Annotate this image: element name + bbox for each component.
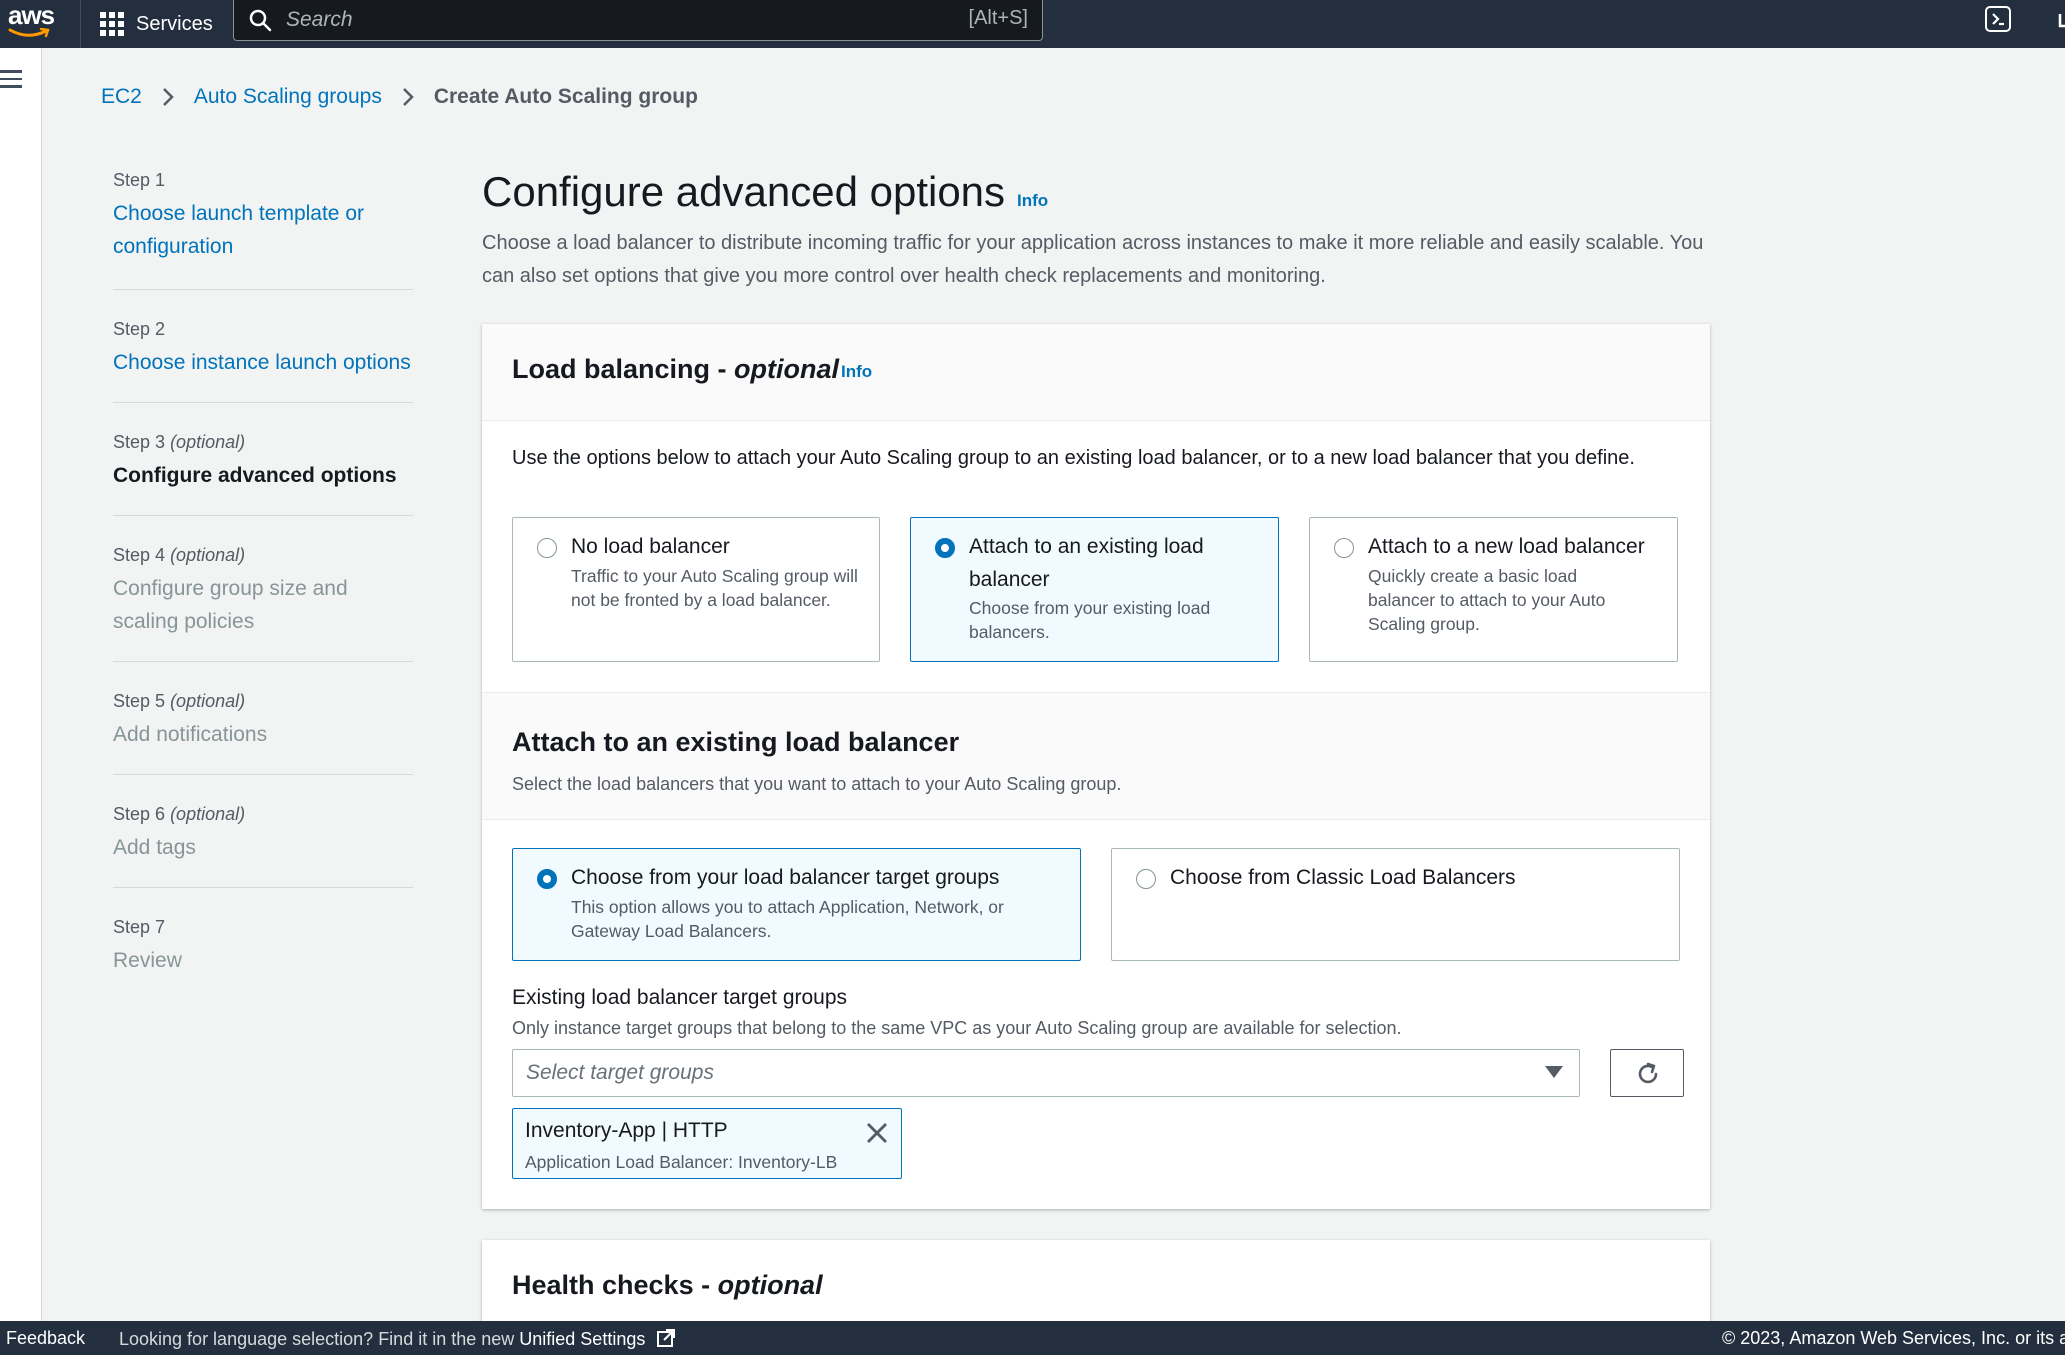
target-groups-select[interactable]: Select target groups	[512, 1049, 1580, 1097]
step-number: Step 5	[113, 691, 166, 711]
option-description: Quickly create a basic load balancer to …	[1368, 566, 1606, 634]
external-link-icon[interactable]	[656, 1328, 676, 1348]
nav-divider	[80, 0, 81, 48]
load-balancing-title: Load balancing - optional	[512, 354, 839, 384]
option-description: Choose from your existing load balancers…	[969, 598, 1211, 642]
load-balancing-intro: Use the options below to attach your Aut…	[512, 447, 1635, 469]
attach-existing-title: Attach to an existing load balancer	[512, 727, 960, 757]
radio-icon[interactable]	[537, 538, 557, 558]
step-1: Step 1 Choose launch template or configu…	[113, 170, 413, 290]
copyright: © 2023, Amazon Web Services, Inc. or its…	[1722, 1328, 2065, 1348]
step-3: Step 3 (optional) Configure advanced opt…	[113, 403, 413, 516]
option-title: Choose from Classic Load Balancers	[1170, 866, 1516, 889]
health-checks-title: Health checks - optional	[512, 1270, 823, 1300]
option-classic-load-balancers[interactable]: Choose from Classic Load Balancers	[1111, 848, 1680, 961]
hamburger-icon[interactable]	[0, 70, 22, 88]
step-number: Step 2	[113, 319, 166, 339]
option-title: No load balancer	[571, 535, 730, 558]
page-description: Choose a load balancer to distribute inc…	[482, 232, 1704, 287]
aws-smile-icon	[8, 28, 50, 38]
wizard-steps: Step 1 Choose launch template or configu…	[113, 170, 413, 988]
radio-icon[interactable]	[935, 538, 955, 558]
top-navigation: aws Services [Alt+S]	[0, 0, 2065, 48]
option-description: This option allows you to attach Applica…	[571, 897, 1004, 941]
chevron-right-icon	[402, 87, 414, 107]
page-info-link[interactable]: Info	[1017, 191, 1048, 211]
load-balancing-info-link[interactable]: Info	[841, 362, 872, 382]
step-7-title: Review	[113, 949, 182, 972]
step-optional-tag: (optional)	[170, 691, 246, 711]
language-notice: Looking for language selection? Find it …	[119, 1328, 676, 1350]
breadcrumb-ec2[interactable]: EC2	[101, 85, 142, 109]
option-no-load-balancer[interactable]: No load balancer Traffic to your Auto Sc…	[512, 517, 880, 662]
breadcrumb-current: Create Auto Scaling group	[433, 85, 698, 108]
unified-settings-link[interactable]: Unified Settings	[519, 1329, 645, 1349]
side-navigation-rail	[0, 48, 42, 1321]
step-number: Step 4	[113, 545, 166, 565]
token-title: Inventory-App | HTTP	[525, 1119, 728, 1142]
attach-existing-header: Attach to an existing load balancer Sele…	[482, 692, 1710, 820]
cloudshell-button[interactable]	[1985, 6, 2011, 32]
search-box[interactable]: [Alt+S]	[233, 0, 1043, 41]
breadcrumb-auto-scaling-groups[interactable]: Auto Scaling groups	[194, 85, 382, 109]
chevron-right-icon	[162, 87, 174, 107]
option-title: Choose from your load balancer target gr…	[571, 866, 1000, 889]
search-input[interactable]	[286, 6, 886, 34]
aws-logo-text: aws	[8, 0, 55, 30]
radio-icon[interactable]	[1334, 538, 1354, 558]
option-target-groups[interactable]: Choose from your load balancer target gr…	[512, 848, 1081, 961]
target-groups-description: Only instance target groups that belong …	[512, 1018, 1402, 1038]
step-3-current: Configure advanced options	[113, 464, 397, 487]
option-attach-existing-load-balancer[interactable]: Attach to an existing load balancer Choo…	[910, 517, 1279, 662]
selected-target-group-token: Inventory-App | HTTP Application Load Ba…	[512, 1108, 902, 1179]
step-2: Step 2 Choose instance launch options	[113, 290, 413, 403]
breadcrumb: EC2 Auto Scaling groups Create Auto Scal…	[101, 80, 698, 114]
caret-down-icon	[1545, 1066, 1563, 1078]
grid-icon	[100, 12, 124, 36]
step-4: Step 4 (optional) Configure group size a…	[113, 516, 413, 662]
step-number: Step 1	[113, 170, 166, 190]
option-attach-new-load-balancer[interactable]: Attach to a new load balancer Quickly cr…	[1309, 517, 1678, 662]
radio-icon[interactable]	[537, 869, 557, 889]
search-shortcut-hint: [Alt+S]	[968, 7, 1028, 29]
refresh-button[interactable]	[1610, 1049, 1684, 1097]
close-icon[interactable]	[865, 1121, 889, 1145]
aws-logo[interactable]: aws	[6, 0, 58, 44]
option-description: Traffic to your Auto Scaling group will …	[571, 566, 858, 610]
option-title: Attach to an existing load balancer	[969, 535, 1204, 591]
attach-existing-description: Select the load balancers that you want …	[512, 774, 1122, 794]
option-title: Attach to a new load balancer	[1368, 535, 1645, 558]
step-optional-tag: (optional)	[170, 432, 246, 452]
step-optional-tag: (optional)	[170, 804, 246, 824]
cloudshell-icon	[1992, 13, 2004, 26]
token-subtitle: Application Load Balancer: Inventory-LB	[525, 1152, 838, 1172]
step-7: Step 7 Review	[113, 888, 413, 988]
services-label: Services	[136, 12, 213, 35]
refresh-icon	[1638, 1062, 1658, 1084]
page-title: Configure advanced options	[482, 168, 1006, 215]
step-2-link[interactable]: Choose instance launch options	[113, 346, 413, 379]
step-number: Step 3	[113, 432, 166, 452]
load-balancing-header: Load balancing - optional Info	[482, 324, 1710, 421]
search-icon	[249, 9, 272, 32]
step-5-title: Add notifications	[113, 723, 268, 746]
notifications-icon[interactable]	[2052, 10, 2065, 30]
step-number: Step 7	[113, 917, 166, 937]
step-4-title: Configure group size and scaling policie…	[113, 577, 348, 633]
feedback-link[interactable]: Feedback	[6, 1328, 85, 1349]
step-6: Step 6 (optional) Add tags	[113, 775, 413, 888]
step-6-title: Add tags	[113, 836, 196, 859]
step-5: Step 5 (optional) Add notifications	[113, 662, 413, 775]
step-number: Step 6	[113, 804, 166, 824]
load-balancing-panel: Load balancing - optional Info Use the o…	[482, 324, 1710, 1209]
step-1-link[interactable]: Choose launch template or configuration	[113, 197, 413, 263]
radio-icon[interactable]	[1136, 869, 1156, 889]
footer: Feedback Looking for language selection?…	[0, 1321, 2065, 1355]
step-optional-tag: (optional)	[170, 545, 246, 565]
services-menu-button[interactable]: Services	[100, 0, 213, 48]
select-placeholder: Select target groups	[526, 1061, 714, 1084]
page-header: Configure advanced options Info	[482, 168, 1048, 216]
target-groups-label: Existing load balancer target groups	[512, 986, 848, 1009]
